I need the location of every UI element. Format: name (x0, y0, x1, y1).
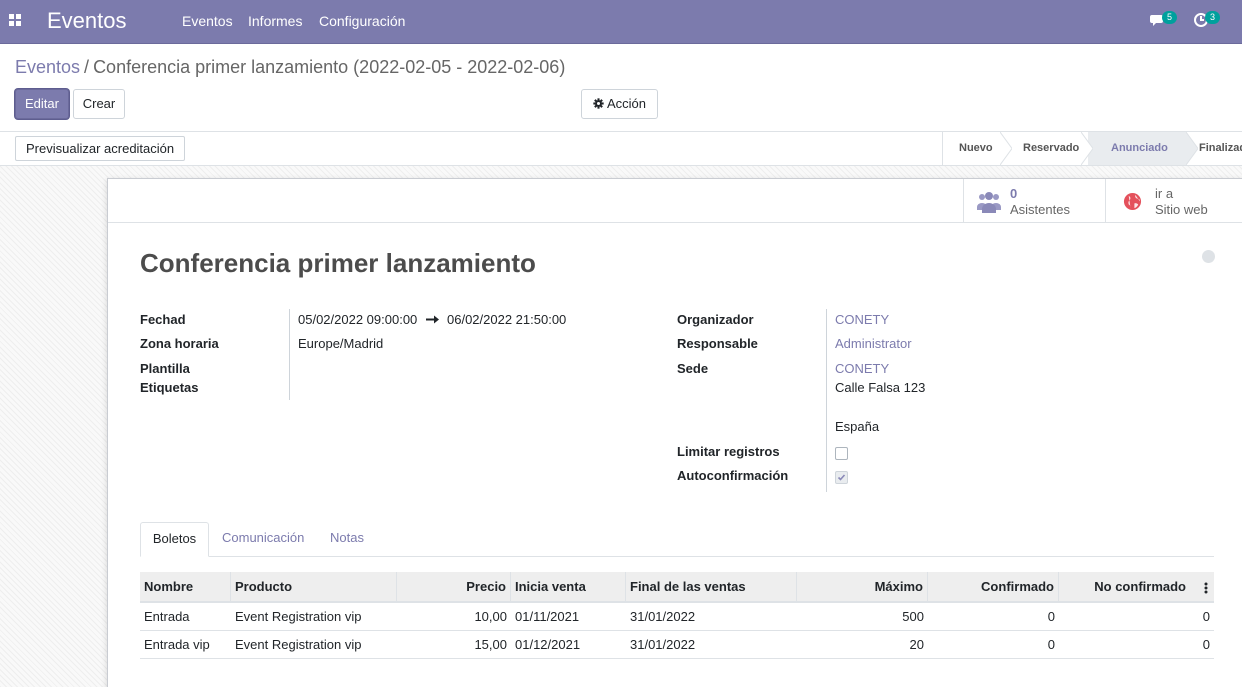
attendees-label: Asistentes (1010, 202, 1070, 217)
menu-configuracion[interactable]: Configuración (319, 13, 405, 29)
table-row[interactable]: Entrada vip Event Registration vip 15,00… (140, 631, 1214, 659)
users-icon (977, 192, 1001, 213)
venue-country: España (835, 419, 880, 434)
organizer-link[interactable]: CONETY (835, 312, 889, 327)
attendees-count: 0 (1010, 186, 1018, 201)
date-begin-field[interactable]: 05/02/2022 09:00:00 (298, 312, 417, 327)
kebab-menu-icon[interactable] (1204, 582, 1208, 594)
stage-arrow (1081, 132, 1093, 165)
cell-no-confirmado: 0 (1202, 637, 1210, 652)
stage-pipeline: Nuevo Reservado Anunciado Finalizado (942, 132, 1242, 165)
venue-street: Calle Falsa 123 (835, 380, 926, 395)
status-bar: Previsualizar acreditación Nuevo Reserva… (0, 131, 1242, 166)
website-label-line1: ir a (1155, 186, 1174, 201)
menu-eventos[interactable]: Eventos (182, 13, 233, 29)
breadcrumb: Eventos / Conferencia primer lanzamiento (… (15, 57, 565, 78)
col-maximo[interactable]: Máximo (797, 572, 928, 602)
action-button[interactable]: Acción (581, 89, 658, 119)
top-navbar: Eventos Eventos Informes Configuración 5… (0, 0, 1242, 44)
field-separator (289, 309, 290, 400)
cell-inicia-venta: 01/11/2021 (515, 609, 580, 624)
responsible-link[interactable]: Administrator (835, 336, 912, 351)
attendees-smart-button[interactable]: 0 Asistentes (963, 179, 1105, 223)
table-header: Nombre Producto Precio Inicia venta Fina… (140, 572, 1214, 603)
col-inicia-venta[interactable]: Inicia venta (511, 572, 626, 602)
cell-precio: 15,00 (474, 637, 507, 652)
check-icon (837, 474, 846, 481)
app-title[interactable]: Eventos (47, 8, 127, 34)
website-smart-button[interactable]: ir a Sitio web (1105, 179, 1242, 223)
edit-button[interactable]: Editar (15, 89, 69, 119)
tab-notas[interactable]: Notas (330, 522, 364, 557)
stage-nuevo[interactable]: Nuevo (959, 132, 993, 165)
date-end-field[interactable]: 06/02/2022 21:50:00 (447, 312, 566, 327)
stage-finalizado[interactable]: Finalizado (1199, 132, 1242, 165)
breadcrumb-separator: / (84, 57, 90, 77)
tags-label: Etiquetas (140, 380, 199, 395)
limit-registrations-checkbox[interactable] (835, 447, 848, 460)
smart-button-box: 0 Asistentes ir a Sitio web (108, 179, 1242, 223)
venue-label: Sede (677, 361, 709, 376)
cell-confirmado: 0 (1047, 609, 1055, 624)
cell-precio: 10,00 (474, 609, 507, 624)
stage-arrow (1000, 132, 1012, 165)
col-no-confirmado[interactable]: No confirmado (1059, 572, 1190, 602)
stage-anunciado[interactable]: Anunciado (1111, 132, 1168, 165)
action-label: Acción (606, 96, 647, 111)
stage-reservado[interactable]: Reservado (1023, 132, 1079, 165)
gear-icon (593, 98, 604, 109)
cell-maximo: 500 (902, 609, 924, 624)
date-label: Fechad (140, 312, 186, 327)
cell-inicia-venta: 01/12/2021 (515, 637, 581, 652)
col-nombre[interactable]: Nombre (140, 572, 231, 602)
tab-comunicacion[interactable]: Comunicación (222, 522, 304, 557)
cell-no-confirmado: 0 (1202, 609, 1210, 624)
col-precio[interactable]: Precio (397, 572, 511, 602)
kanban-state-indicator[interactable] (1202, 250, 1215, 263)
apps-grid-icon[interactable] (9, 14, 21, 26)
create-button[interactable]: Crear (73, 89, 125, 119)
notebook-tabs: Boletos Comunicación Notas (140, 522, 1214, 557)
breadcrumb-parent[interactable]: Eventos (15, 57, 80, 77)
cell-confirmado: 0 (1047, 637, 1055, 652)
tab-boletos[interactable]: Boletos (140, 522, 209, 557)
col-final-ventas[interactable]: Final de las ventas (626, 572, 797, 602)
organizer-label: Organizador (677, 312, 754, 327)
col-producto[interactable]: Producto (231, 572, 397, 602)
breadcrumb-current: Conferencia primer lanzamiento (2022-02-… (93, 57, 566, 77)
autoconfirm-label: Autoconfirmación (677, 468, 789, 483)
venue-link[interactable]: CONETY (835, 361, 889, 376)
stage-arrow (1186, 132, 1198, 165)
arrow-right-icon (426, 315, 439, 324)
cell-maximo: 20 (909, 637, 924, 652)
cell-producto: Event Registration vip (235, 637, 362, 652)
preview-badge-button[interactable]: Previsualizar acreditación (15, 136, 186, 161)
timezone-label: Zona horaria (140, 336, 219, 351)
responsible-label: Responsable (677, 336, 758, 351)
table-row[interactable]: Entrada Event Registration vip 10,00 01/… (140, 603, 1214, 631)
field-separator (826, 309, 827, 492)
form-sheet: 0 Asistentes ir a Sitio web Conferencia … (107, 178, 1242, 687)
cell-final-ventas: 31/01/2022 (630, 609, 696, 624)
cell-producto: Event Registration vip (235, 609, 362, 624)
website-label-line2: Sitio web (1155, 202, 1208, 217)
messages-badge: 5 (1162, 11, 1177, 24)
limit-registrations-label: Limitar registros (677, 444, 780, 459)
cell-final-ventas: 31/01/2022 (630, 637, 696, 652)
autoconfirm-checkbox[interactable] (835, 471, 848, 484)
template-label: Plantilla (140, 361, 190, 376)
globe-icon (1123, 192, 1142, 211)
event-title[interactable]: Conferencia primer lanzamiento (140, 248, 536, 279)
menu-informes[interactable]: Informes (248, 13, 302, 29)
activities-badge: 3 (1205, 11, 1220, 24)
col-confirmado[interactable]: Confirmado (928, 572, 1059, 602)
cell-nombre: Entrada vip (144, 637, 210, 652)
timezone-field[interactable]: Europe/Madrid (298, 336, 383, 351)
cell-nombre: Entrada (144, 609, 190, 624)
